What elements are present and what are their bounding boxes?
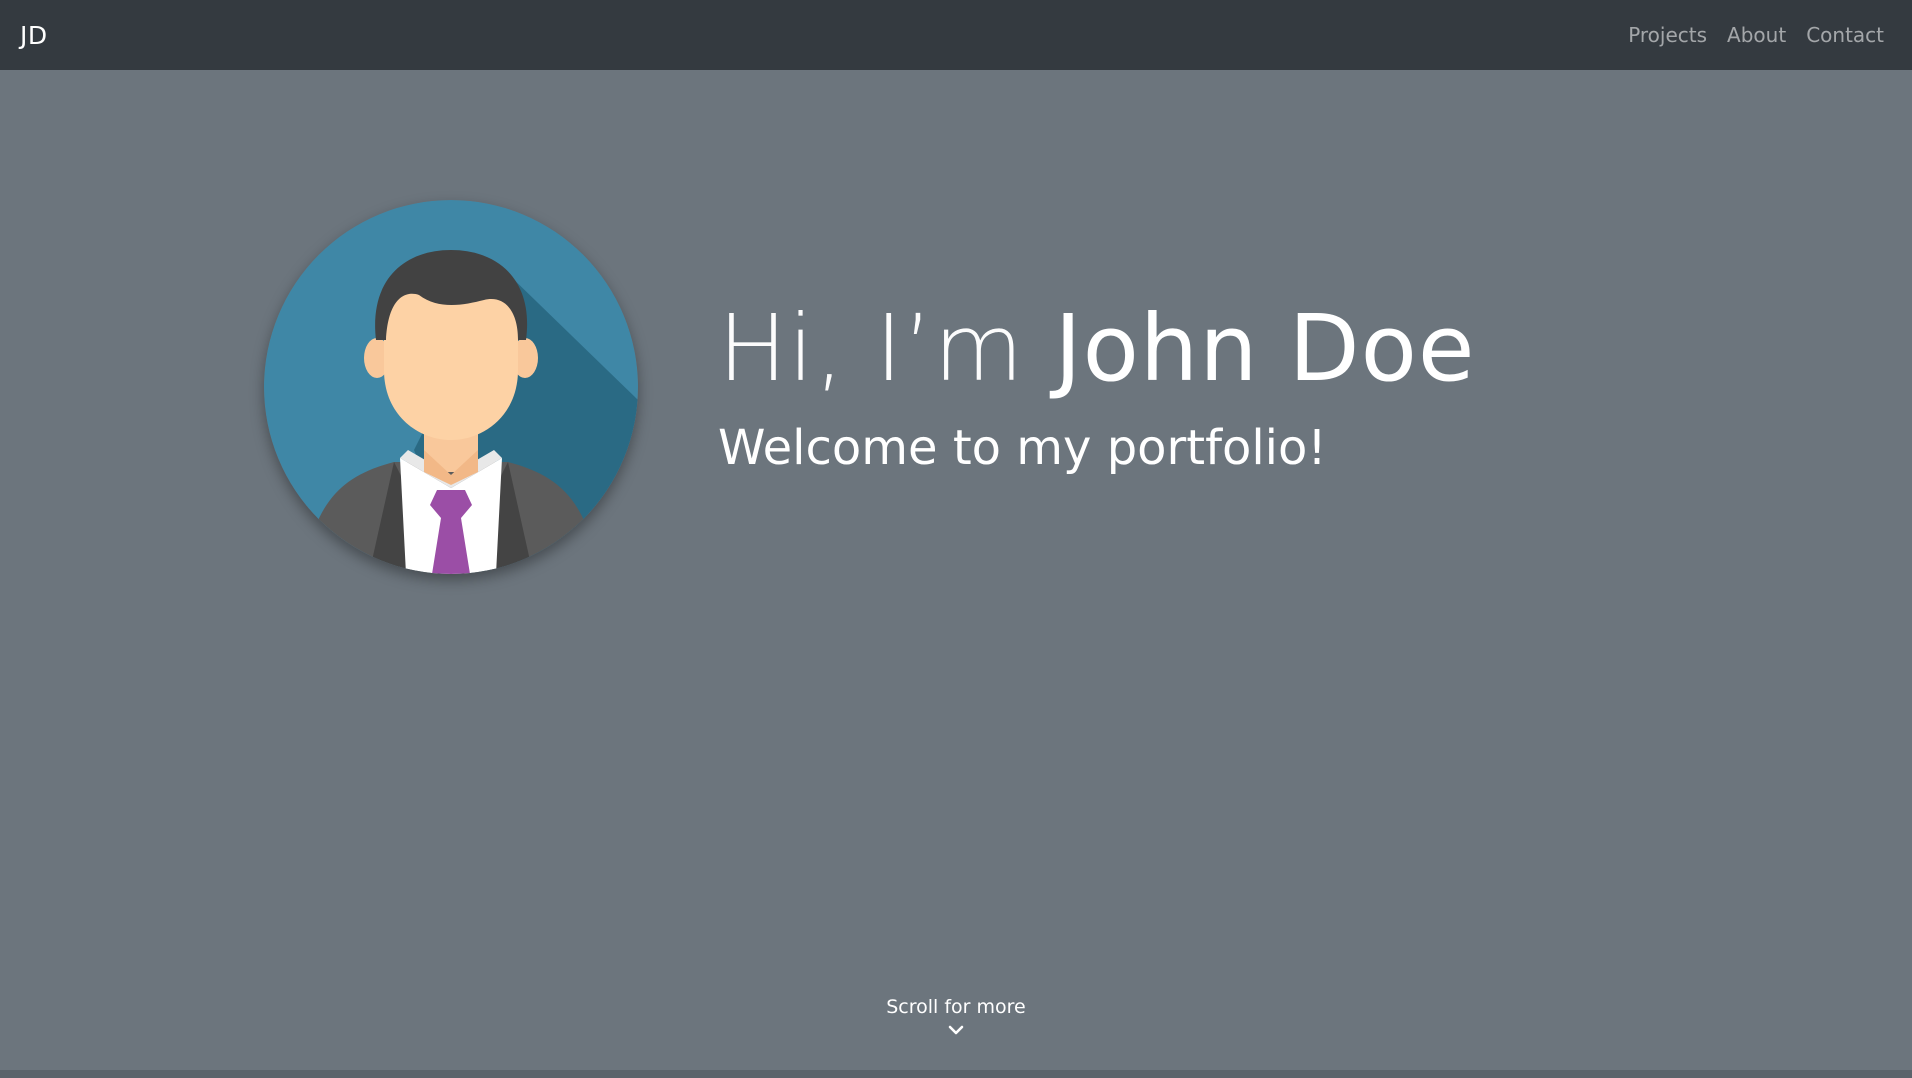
hero-title: Hi, I’m John Doe (718, 295, 1476, 402)
chevron-down-icon (948, 1025, 964, 1035)
hero-greeting: Hi, I’m (718, 295, 1025, 402)
section-divider (0, 1070, 1912, 1078)
avatar (264, 200, 638, 574)
scroll-hint[interactable]: Scroll for more (0, 996, 1912, 1036)
hero-subtitle: Welcome to my portfolio! (718, 420, 1327, 476)
scroll-hint-label: Scroll for more (886, 996, 1026, 1018)
nav-link-projects[interactable]: Projects (1628, 23, 1707, 47)
businessman-avatar-icon (264, 200, 638, 574)
hero-name: John Doe (1054, 295, 1476, 402)
nav-links: Projects About Contact (1628, 23, 1884, 47)
nav-link-about[interactable]: About (1727, 23, 1786, 47)
brand-logo[interactable]: JD (20, 21, 48, 50)
nav-link-contact[interactable]: Contact (1806, 23, 1884, 47)
navbar: JD Projects About Contact (0, 0, 1912, 70)
